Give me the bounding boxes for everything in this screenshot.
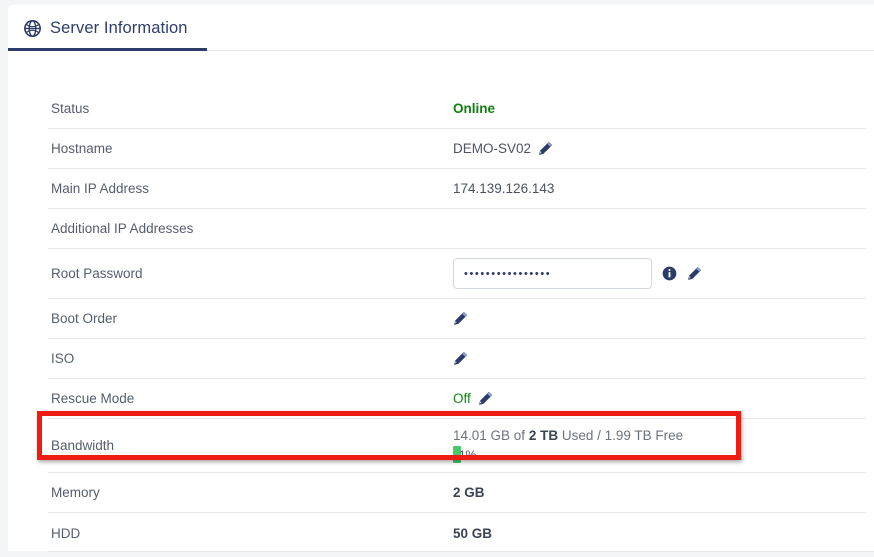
row-value-memory: 2 GB <box>453 485 866 500</box>
row-value-hdd: 50 GB <box>453 526 866 541</box>
table-row: Additional IP Addresses <box>48 209 866 249</box>
info-icon[interactable] <box>662 266 677 281</box>
root-password-controls <box>453 258 702 289</box>
tab-server-information[interactable]: Server Information <box>8 5 207 51</box>
row-value-hostname: DEMO-SV02 <box>453 141 866 156</box>
root-password-input[interactable] <box>453 258 652 289</box>
table-row: Bandwidth 14.01 GB of 2 TB Used / 1.99 T… <box>48 419 866 473</box>
table-row: Root Password <box>48 249 866 299</box>
table-row: HDD 50 GB <box>48 513 866 553</box>
pencil-icon[interactable] <box>538 141 553 156</box>
row-label-bandwidth: Bandwidth <box>51 438 115 453</box>
bandwidth-percent-label: 1% <box>459 447 477 462</box>
table-row: ISO <box>48 339 866 379</box>
page-root: Server Information Status Online Hostnam… <box>0 0 874 557</box>
hdd-value: 50 GB <box>453 525 493 541</box>
rescue-mode-value: Off <box>453 391 471 406</box>
pencil-icon[interactable] <box>478 391 493 406</box>
row-label-memory: Memory <box>51 485 100 500</box>
row-label-hdd: HDD <box>51 525 81 541</box>
server-information-card: Server Information Status Online Hostnam… <box>8 5 874 551</box>
main-ip-value: 174.139.126.143 <box>453 181 555 196</box>
table-row: Memory 2 GB <box>48 473 866 513</box>
row-label-root-password: Root Password <box>51 266 143 281</box>
pencil-icon[interactable] <box>453 351 468 366</box>
row-value-status: Online <box>453 101 866 116</box>
page-bottom-divider <box>48 551 874 552</box>
pencil-icon[interactable] <box>687 266 702 281</box>
bandwidth-progress-bar: 1% <box>453 446 691 463</box>
memory-value: 2 GB <box>453 485 485 500</box>
bandwidth-used-suffix: Used / 1.99 TB Free <box>558 428 684 443</box>
row-label-main-ip: Main IP Address <box>51 181 150 196</box>
row-value-iso <box>453 351 866 366</box>
pencil-icon[interactable] <box>453 311 468 326</box>
status-badge: Online <box>453 101 496 116</box>
bandwidth-usage-text: 14.01 GB of 2 TB Used / 1.99 TB Free <box>453 428 683 443</box>
table-row: Main IP Address 174.139.126.143 <box>48 169 866 209</box>
table-row: Rescue Mode Off <box>48 379 866 419</box>
bandwidth-used-prefix: 14.01 GB of <box>453 428 529 443</box>
row-value-rescue-mode: Off <box>453 391 866 406</box>
globe-icon <box>24 19 41 37</box>
row-label-additional-ips: Additional IP Addresses <box>51 221 194 236</box>
row-value-boot-order <box>453 311 866 326</box>
table-row: Status Online <box>48 89 866 129</box>
row-label-status: Status <box>51 101 90 116</box>
row-label-rescue-mode: Rescue Mode <box>51 391 135 406</box>
row-value-main-ip: 174.139.126.143 <box>453 181 866 196</box>
hostname-value: DEMO-SV02 <box>453 141 532 156</box>
table-row: Boot Order <box>48 299 866 339</box>
row-label-iso: ISO <box>51 351 75 366</box>
row-value-root-password <box>453 258 866 289</box>
bandwidth-total: 2 TB <box>528 428 559 443</box>
server-info-table: Status Online Hostname DEMO-SV02 Main IP… <box>48 89 866 553</box>
row-label-boot-order: Boot Order <box>51 311 118 326</box>
tab-active-indicator <box>8 48 207 51</box>
tab-label: Server Information <box>50 18 188 37</box>
tab-bar: Server Information <box>8 5 874 52</box>
table-row: Hostname DEMO-SV02 <box>48 129 866 169</box>
row-label-hostname: Hostname <box>51 141 113 156</box>
row-value-bandwidth: 14.01 GB of 2 TB Used / 1.99 TB Free 1% <box>453 428 866 463</box>
